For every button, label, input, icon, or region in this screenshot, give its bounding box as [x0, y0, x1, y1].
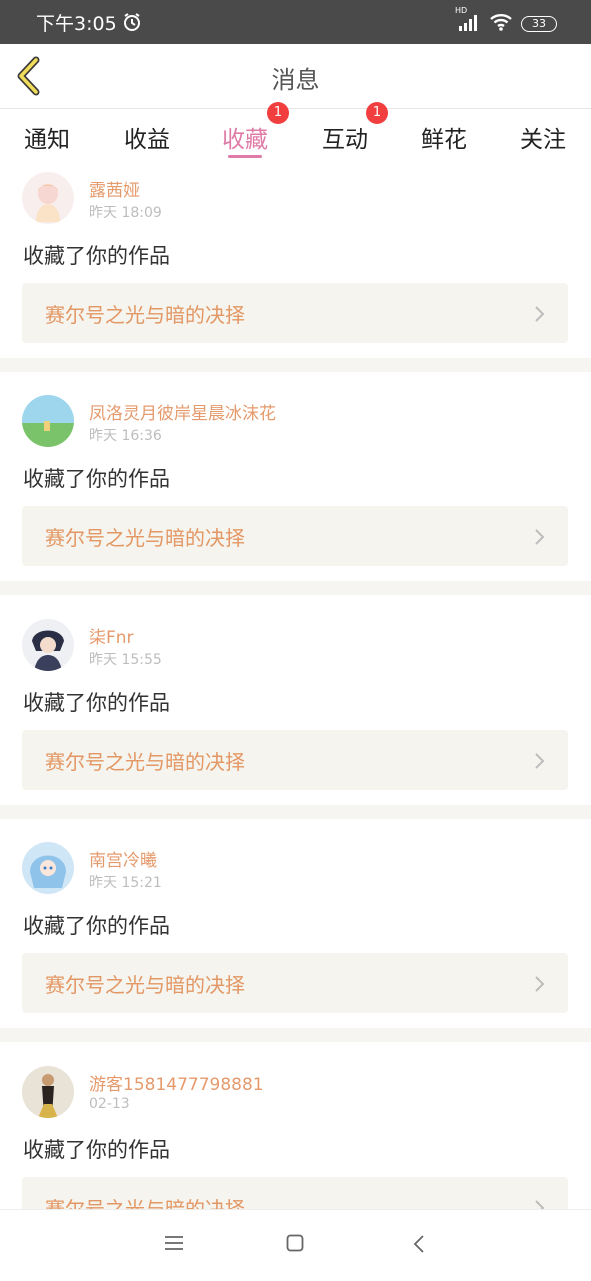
work-link[interactable]: 赛尔号之光与暗的决择 — [22, 953, 568, 1013]
status-time: 下午3:05 — [36, 13, 117, 35]
divider — [0, 581, 591, 595]
username[interactable]: 柒Fnr — [89, 623, 134, 648]
wifi-icon — [489, 12, 513, 36]
timestamp: 02-13 — [89, 1096, 130, 1112]
action-text: 收藏了你的作品 — [23, 914, 170, 938]
status-icons: HD 33 — [455, 6, 557, 36]
system-nav-bar — [0, 1209, 591, 1281]
username[interactable]: 南宫冷曦 — [89, 846, 157, 871]
list-item: 凤洛灵月彼岸星晨冰沫花 昨天 16:36 收藏了你的作品 赛尔号之光与暗的决择 — [0, 387, 591, 583]
action-text: 收藏了你的作品 — [23, 691, 170, 715]
menu-icon — [165, 1236, 183, 1250]
action-text: 收藏了你的作品 — [23, 244, 170, 268]
chevron-right-icon — [535, 529, 545, 545]
tab-flowers[interactable]: 鲜花 — [421, 120, 467, 154]
timestamp: 昨天 15:55 — [89, 652, 162, 668]
tab-bar: 通知 收益 收藏 互动 鲜花 关注 — [0, 108, 591, 164]
work-title: 赛尔号之光与暗的决择 — [45, 526, 245, 550]
home-square-icon — [286, 1234, 304, 1252]
home-button[interactable] — [286, 1234, 304, 1256]
work-title: 赛尔号之光与暗的决择 — [45, 750, 245, 774]
username[interactable]: 凤洛灵月彼岸星晨冰沫花 — [89, 399, 276, 424]
timestamp: 昨天 18:09 — [89, 205, 162, 221]
avatar[interactable] — [22, 395, 74, 447]
work-link[interactable]: 赛尔号之光与暗的决择 — [22, 730, 568, 790]
work-link[interactable]: 赛尔号之光与暗的决择 — [22, 283, 568, 343]
menu-button[interactable] — [164, 1234, 184, 1256]
avatar[interactable] — [22, 842, 74, 894]
divider — [0, 358, 591, 372]
avatar[interactable] — [22, 172, 74, 224]
username[interactable]: 露茜娅 — [89, 176, 140, 201]
divider — [0, 1028, 591, 1042]
work-link[interactable]: 赛尔号之光与暗的决择 — [22, 506, 568, 566]
tab-favorites[interactable]: 收藏 — [222, 120, 268, 154]
list-item: 柒Fnr 昨天 15:55 收藏了你的作品 赛尔号之光与暗的决择 — [0, 611, 591, 807]
action-text: 收藏了你的作品 — [23, 467, 170, 491]
avatar[interactable] — [22, 619, 74, 671]
list-item: 露茜娅 昨天 18:09 收藏了你的作品 赛尔号之光与暗的决择 — [0, 164, 591, 360]
back-triangle-icon — [413, 1235, 424, 1253]
timestamp: 昨天 16:36 — [89, 428, 162, 444]
page-title: 消息 — [271, 66, 320, 94]
active-tab-indicator — [228, 155, 262, 158]
alarm-icon — [122, 12, 142, 36]
username[interactable]: 游客1581477798881 — [89, 1070, 264, 1095]
favorites-badge: 1 — [267, 102, 289, 124]
network-type: HD — [455, 6, 468, 15]
status-bar: 下午3:05 HD 33 — [0, 0, 591, 44]
app-header: 消息 — [0, 44, 591, 109]
tab-notifications[interactable]: 通知 — [24, 120, 70, 154]
interactions-badge: 1 — [366, 102, 388, 124]
list-item: 南宫冷曦 昨天 15:21 收藏了你的作品 赛尔号之光与暗的决择 — [0, 834, 591, 1030]
tab-earnings[interactable]: 收益 — [124, 120, 170, 154]
action-text: 收藏了你的作品 — [23, 1138, 170, 1162]
tab-interactions[interactable]: 互动 — [322, 120, 368, 154]
avatar[interactable] — [22, 1066, 74, 1118]
timestamp: 昨天 15:21 — [89, 875, 162, 891]
battery-indicator: 33 — [521, 16, 557, 32]
chevron-right-icon — [535, 306, 545, 322]
divider — [0, 805, 591, 819]
work-title: 赛尔号之光与暗的决择 — [45, 973, 245, 997]
back-nav-button[interactable] — [412, 1234, 426, 1258]
work-title: 赛尔号之光与暗的决择 — [45, 303, 245, 327]
chevron-right-icon — [535, 753, 545, 769]
signal-icon: HD — [455, 6, 481, 36]
tab-follows[interactable]: 关注 — [520, 120, 566, 154]
chevron-right-icon — [535, 976, 545, 992]
